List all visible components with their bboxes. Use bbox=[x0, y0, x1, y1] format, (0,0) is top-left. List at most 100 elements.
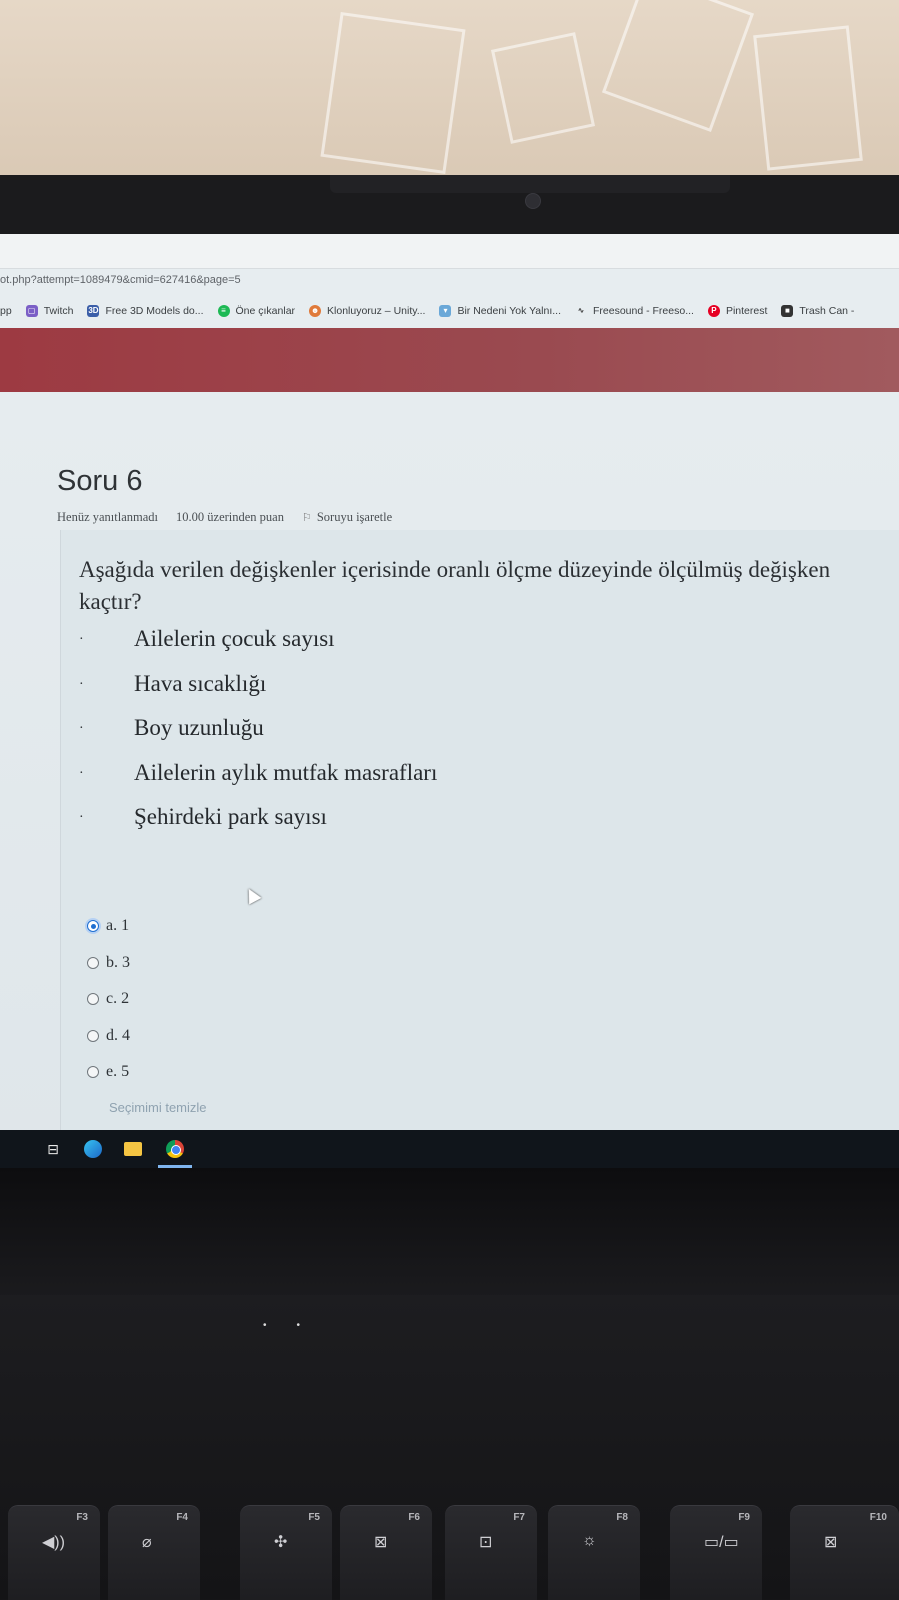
bullet: · bbox=[79, 721, 84, 736]
key-label: F10 bbox=[869, 1512, 887, 1523]
capture-icon: ⊠ bbox=[374, 1534, 388, 1551]
pinterest-icon: P bbox=[707, 305, 720, 317]
bookmarks-bar: pp ▢ Twitch 3D Free 3D Models do... ≡ Öne ç… bbox=[0, 298, 899, 324]
volume-up-icon: ◀)) bbox=[42, 1534, 65, 1551]
webcam bbox=[525, 193, 541, 209]
bookmark-pinterest[interactable]: P Pinterest bbox=[707, 305, 768, 317]
question-info: Henüz yanıtlanmadı 10.00 üzerinden puan … bbox=[57, 510, 392, 525]
chrome-browser-icon[interactable] bbox=[166, 1140, 184, 1158]
brightness-up-icon: ☼ bbox=[582, 1532, 597, 1549]
question-text-line: Aşağıda verilen değişkenler içerisinde o… bbox=[79, 557, 831, 582]
list-item-text: Şehirdeki park sayısı bbox=[134, 804, 327, 829]
waveform-icon: ∿ bbox=[577, 306, 585, 315]
key-f10[interactable]: F10 ⊠ bbox=[790, 1505, 899, 1600]
bookmark-twitch[interactable]: ▢ Twitch bbox=[25, 305, 74, 317]
cup-icon: ▾ bbox=[439, 305, 452, 317]
quiz-page: Soru 6 Henüz yanıtlanmadı 10.00 üzerinde… bbox=[0, 392, 899, 1181]
status-leds: •• bbox=[263, 1320, 331, 1331]
list-item-text: Hava sıcaklığı bbox=[134, 670, 267, 696]
bookmark-label: Öne çıkanlar bbox=[235, 305, 296, 317]
wall-doodle bbox=[753, 25, 863, 171]
bookmark-app[interactable]: pp bbox=[0, 305, 12, 317]
character-icon: ☻ bbox=[309, 305, 322, 317]
bookmark-label: Bir Nedeni Yok Yalnı... bbox=[457, 305, 561, 317]
bullet: · bbox=[79, 676, 84, 692]
bookmark-trash-can[interactable]: ■ Trash Can - bbox=[781, 305, 854, 317]
wall-doodle bbox=[601, 0, 755, 133]
trash-site-icon: ■ bbox=[781, 305, 794, 317]
radio-button[interactable] bbox=[87, 1066, 99, 1079]
answer-option-b[interactable]: b. 3 bbox=[87, 945, 130, 982]
wall-doodle bbox=[490, 32, 596, 144]
key-f4[interactable]: F4 ⌀ bbox=[108, 1505, 200, 1600]
windows-taskbar: ⊟ bbox=[0, 1130, 899, 1168]
mic-mute-icon: ⌀ bbox=[142, 1534, 152, 1551]
answer-option-c[interactable]: c. 2 bbox=[87, 981, 130, 1018]
answer-label: b. 3 bbox=[106, 953, 130, 971]
bookmark-label: Trash Can - bbox=[799, 305, 855, 317]
address-url[interactable]: ot.php?attempt=1089479&cmid=627416&page=… bbox=[0, 274, 241, 292]
key-f5[interactable]: F5 ✣ bbox=[240, 1505, 332, 1600]
bookmark-label: Pinterest bbox=[725, 305, 768, 317]
question-content: Aşağıda verilen değişkenler içerisinde o… bbox=[60, 530, 899, 1181]
flag-icon: ⚐ bbox=[301, 512, 312, 524]
answer-label: a. 1 bbox=[106, 917, 130, 935]
laptop-top-bezel bbox=[0, 175, 899, 235]
wall-background bbox=[0, 0, 899, 190]
answer-label: d. 4 bbox=[106, 1026, 130, 1044]
bullet: · bbox=[79, 810, 84, 825]
question-title: Soru 6 bbox=[57, 465, 143, 497]
list-item-text: Ailelerin aylık mutfak masrafları bbox=[134, 759, 438, 785]
answer-option-a[interactable]: a. 1 bbox=[87, 908, 130, 945]
key-label: F8 bbox=[616, 1512, 628, 1523]
wall-doodle bbox=[320, 11, 466, 175]
twitch-icon: ▢ bbox=[25, 305, 38, 317]
bookmark-free3d[interactable]: 3D Free 3D Models do... bbox=[87, 305, 204, 317]
radio-button[interactable] bbox=[87, 920, 99, 933]
question-status: Henüz yanıtlanmadı bbox=[57, 510, 159, 524]
question-text: Aşağıda verilen değişkenler içerisinde o… bbox=[79, 554, 899, 618]
bookmark-klonluyoruz[interactable]: ☻ Klonluyoruz – Unity... bbox=[309, 305, 425, 317]
laptop-bottom-bezel bbox=[0, 1168, 899, 1308]
browser-top-bar bbox=[0, 234, 899, 269]
bookmark-bir-nedeni[interactable]: ▾ Bir Nedeni Yok Yalnı... bbox=[439, 305, 561, 317]
bookmark-label: Twitch bbox=[43, 305, 74, 317]
edge-browser-icon[interactable] bbox=[84, 1140, 102, 1158]
bullet: · bbox=[79, 632, 84, 647]
display-switch-icon: ▭/▭ bbox=[704, 1534, 739, 1551]
key-label: F6 bbox=[408, 1512, 420, 1523]
radio-button[interactable] bbox=[87, 993, 99, 1006]
answer-option-e[interactable]: e. 5 bbox=[87, 1054, 130, 1091]
key-label: F5 bbox=[308, 1512, 320, 1523]
answer-option-d[interactable]: d. 4 bbox=[87, 1018, 130, 1055]
key-f8[interactable]: F8 ☼ bbox=[548, 1505, 640, 1600]
key-label: F4 bbox=[176, 1512, 188, 1523]
key-f6[interactable]: F6 ⊠ bbox=[340, 1505, 432, 1600]
flag-question-button[interactable]: ⚐ Soruyu işaretle bbox=[302, 510, 392, 525]
bookmark-label: pp bbox=[0, 305, 12, 317]
bookmark-spotify[interactable]: ≡ Öne çıkanlar bbox=[217, 305, 296, 317]
list-item-text: Ailelerin çocuk sayısı bbox=[134, 626, 335, 651]
clear-selection-link[interactable]: Seçimimi temizle bbox=[109, 1100, 207, 1115]
key-label: F9 bbox=[738, 1512, 750, 1523]
file-explorer-icon[interactable] bbox=[124, 1142, 142, 1156]
bookmark-label: Free 3D Models do... bbox=[105, 305, 204, 317]
radio-button[interactable] bbox=[87, 1029, 99, 1042]
key-f9[interactable]: F9 ▭/▭ bbox=[670, 1505, 762, 1600]
spotify-icon: ≡ bbox=[217, 305, 230, 317]
key-label: F3 bbox=[76, 1512, 88, 1523]
answer-label: e. 5 bbox=[106, 1063, 130, 1081]
flag-label: Soruyu işaretle bbox=[316, 510, 393, 524]
answer-options: a. 1 b. 3 c. 2 d. 4 e. 5 bbox=[87, 908, 130, 1091]
bezel-notch bbox=[330, 175, 730, 193]
3d-icon: 3D bbox=[87, 305, 100, 317]
key-f7[interactable]: F7 ⊡ bbox=[445, 1505, 537, 1600]
question-text-line: kaçtır? bbox=[79, 589, 142, 614]
answer-label: c. 2 bbox=[106, 990, 130, 1008]
bullet: · bbox=[79, 765, 84, 781]
task-view-icon[interactable]: ⊟ bbox=[44, 1140, 62, 1158]
bookmark-freesound[interactable]: ∿ Freesound - Freeso... bbox=[575, 305, 694, 317]
key-f3[interactable]: F3 ◀)) bbox=[8, 1505, 100, 1600]
radio-button[interactable] bbox=[87, 956, 99, 969]
fan-icon: ✣ bbox=[274, 1534, 288, 1551]
